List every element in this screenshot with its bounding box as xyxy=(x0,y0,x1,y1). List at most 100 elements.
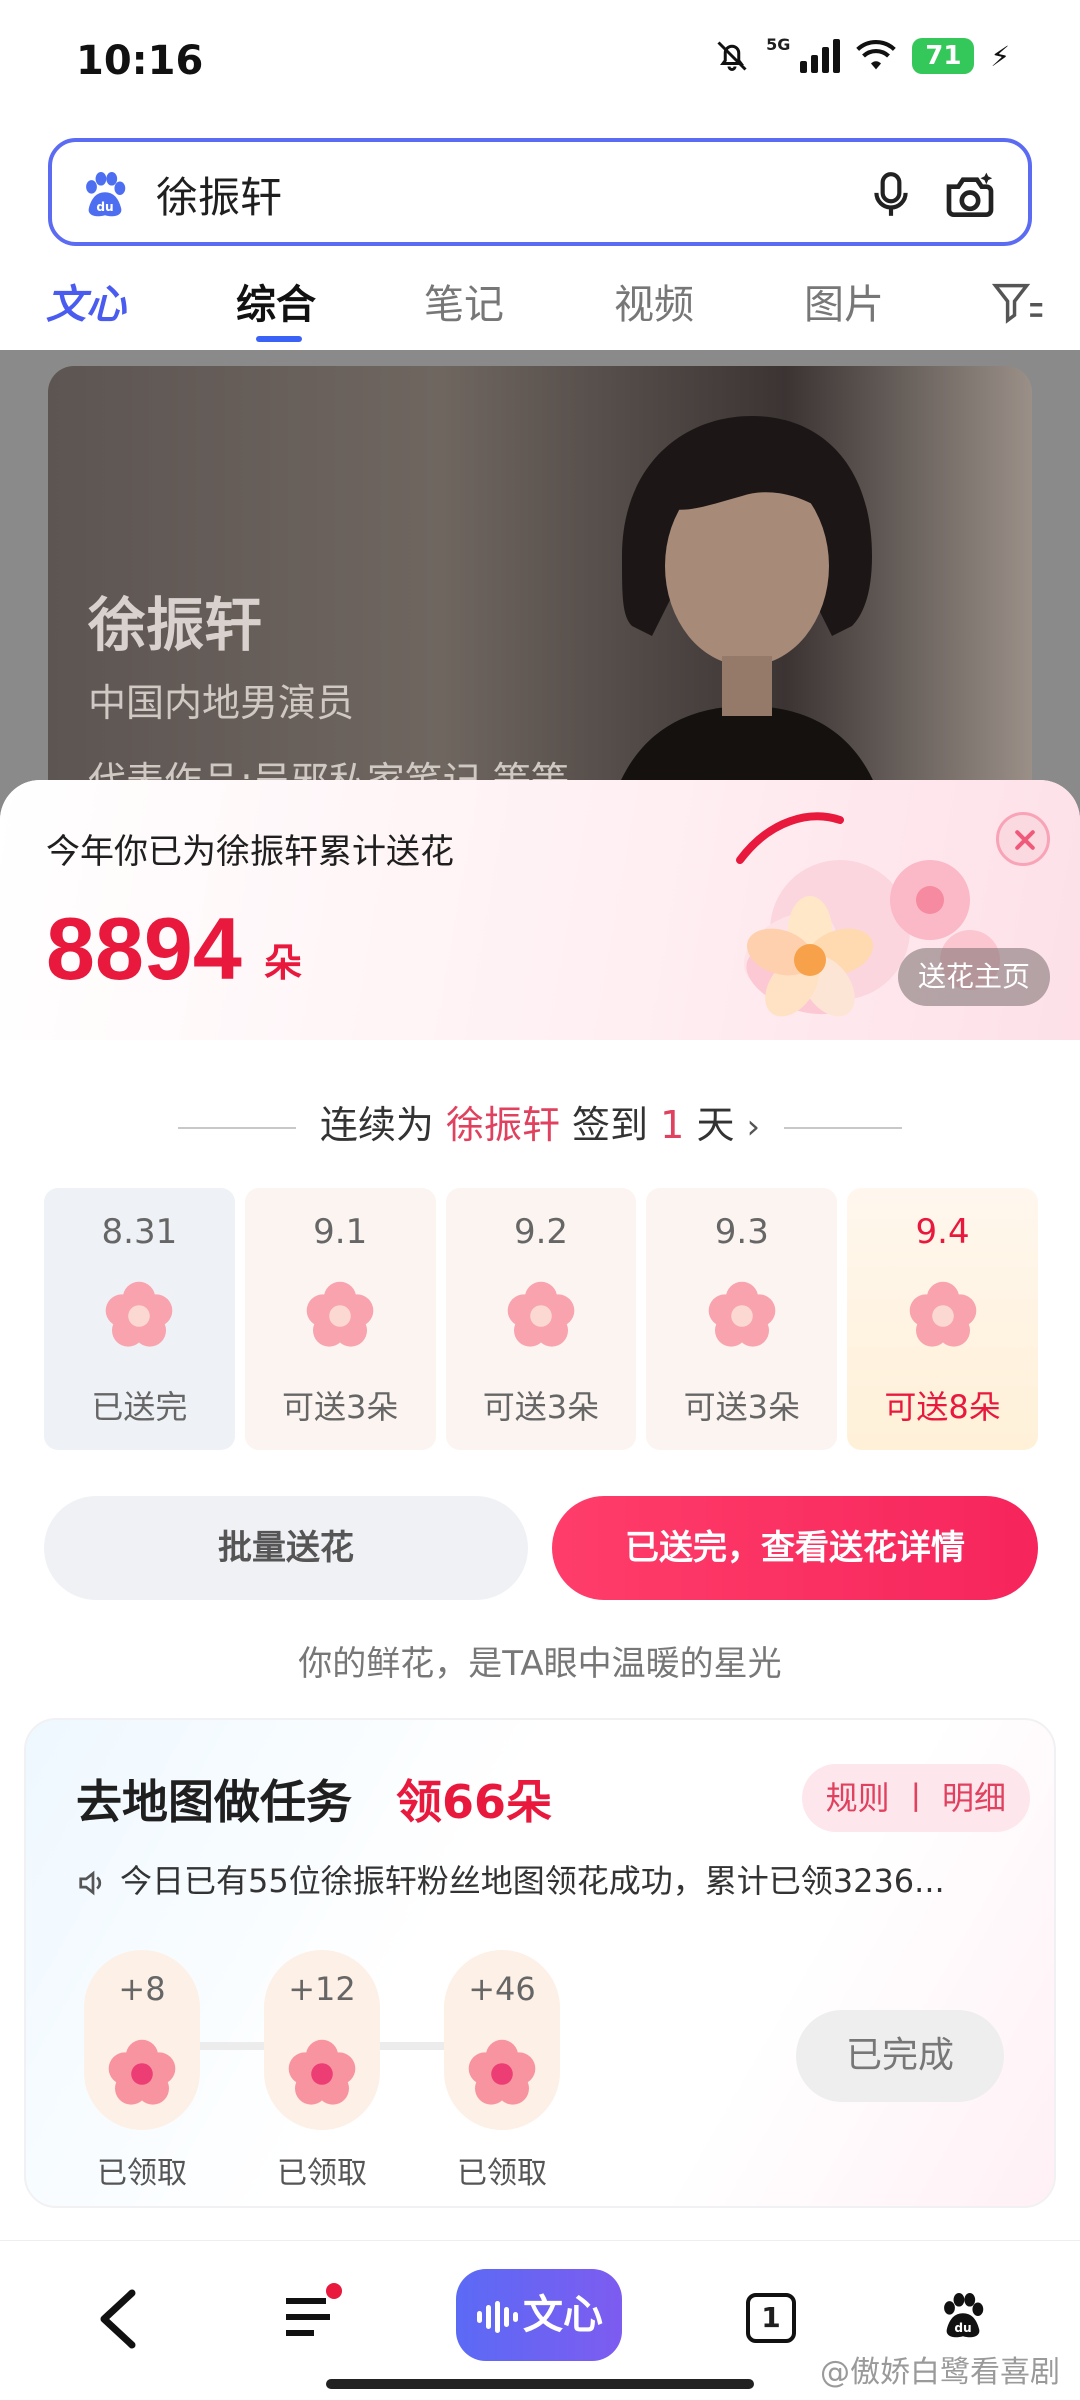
batch-send-button[interactable]: 批量送花 xyxy=(44,1496,528,1600)
step-status: 已领取 xyxy=(97,2156,187,2191)
flower-icon xyxy=(108,2039,176,2105)
task-reward: 领66朵 xyxy=(396,1775,553,1829)
step-points: +12 xyxy=(288,1970,356,2008)
wifi-icon xyxy=(856,39,897,70)
back-arrow-icon[interactable] xyxy=(96,2289,140,2349)
view-details-button[interactable]: 已送完，查看送花详情 xyxy=(552,1496,1038,1600)
celebrity-card: 徐振轩 中国内地男演员 代表作品:吴邪私家笔记 等等 xyxy=(48,366,1032,846)
celebrity-name: 徐振轩 xyxy=(88,591,263,659)
search-input[interactable]: 徐振轩 xyxy=(156,164,282,225)
task-step: +8 已领取 xyxy=(84,1950,200,2192)
bell-muted-icon xyxy=(717,41,747,71)
streak-suffix: 天 xyxy=(696,1103,735,1147)
day-card[interactable]: 8.31 已送完 xyxy=(44,1188,235,1450)
day-status: 可送3朵 xyxy=(482,1388,600,1426)
task-notice: 今日已有55位徐振轩粉丝地图领花成功，累计已领3236... xyxy=(76,1856,945,1902)
tab-wenxin[interactable]: 文心 xyxy=(46,272,126,330)
chevron-right-icon: › xyxy=(746,1107,761,1147)
tab-images[interactable]: 图片 xyxy=(804,272,884,330)
battery-icon: 71 xyxy=(912,38,975,74)
microphone-icon[interactable] xyxy=(866,170,916,220)
result-tabs: 文心 综合 笔记 视频 图片 xyxy=(0,260,1080,350)
streak-mid: 签到 xyxy=(572,1103,649,1147)
send-flower-panel: 今年你已为徐振轩累计送花 8894 朵 送花主页 连续为 徐振轩 签到 1 天 … xyxy=(0,780,1080,2240)
wenxin-wave-icon xyxy=(477,2301,518,2333)
map-task-card: 去地图做任务 领66朵 规则 丨 明细 今日已有55位徐振轩粉丝地图领花成功，累… xyxy=(24,1718,1056,2208)
tab-video[interactable]: 视频 xyxy=(614,272,694,330)
close-button[interactable] xyxy=(996,812,1050,866)
flower-icon xyxy=(288,2039,356,2105)
task-step: +46 已领取 xyxy=(444,1950,560,2192)
celebrity-photo xyxy=(603,416,891,846)
bottom-navigation: 文心 1 du @傲娇白鹭看喜剧 xyxy=(0,2240,1080,2400)
step-status: 已领取 xyxy=(457,2156,547,2191)
checkin-streak[interactable]: 连续为 徐振轩 签到 1 天 › xyxy=(0,1094,1080,1149)
svg-text:du: du xyxy=(954,2321,971,2335)
day-status: 已送完 xyxy=(91,1388,188,1426)
day-date: 9.4 xyxy=(915,1212,970,1252)
flower-count: 8894 xyxy=(46,899,242,998)
baidu-paw-icon[interactable]: du xyxy=(936,2289,990,2343)
day-date: 9.3 xyxy=(714,1212,769,1252)
status-time: 10:16 xyxy=(76,38,204,84)
rules-details-link[interactable]: 规则 丨 明细 xyxy=(801,1764,1030,1832)
divider-left xyxy=(177,1126,296,1129)
celebrity-title: 中国内地男演员 xyxy=(88,681,355,725)
tab-count-button[interactable]: 1 xyxy=(746,2293,796,2343)
camera-search-icon[interactable] xyxy=(942,168,998,224)
day-date: 8.31 xyxy=(101,1212,178,1252)
completed-button[interactable]: 已完成 xyxy=(796,2010,1004,2102)
day-status: 可送3朵 xyxy=(282,1388,399,1426)
task-title: 去地图做任务 xyxy=(76,1775,352,1829)
step-status: 已领取 xyxy=(277,2156,367,2191)
wenxin-button[interactable]: 文心 xyxy=(456,2269,622,2361)
task-step: +12 已领取 xyxy=(264,1950,380,2192)
step-points: +46 xyxy=(468,1970,536,2008)
day-status: 可送3朵 xyxy=(683,1388,800,1426)
step-pill: +46 xyxy=(444,1950,560,2130)
daily-flower-list: 8.31 已送完 9.1 可送3朵 9.2 可送3朵 9.3 可送3朵 9.4 … xyxy=(44,1188,1038,1450)
divider-right xyxy=(784,1126,903,1129)
flower-icon xyxy=(909,1281,976,1347)
search-bar[interactable]: du 徐振轩 xyxy=(48,138,1032,246)
streak-prefix: 连续为 xyxy=(319,1103,434,1147)
panel-header: 今年你已为徐振轩累计送花 8894 朵 送花主页 xyxy=(0,780,1080,1040)
day-card[interactable]: 9.4 可送8朵 xyxy=(847,1188,1038,1450)
network-type: 5G xyxy=(766,34,791,54)
menu-icon[interactable] xyxy=(282,2293,334,2341)
charging-icon: ⚡ xyxy=(990,39,1010,73)
tab-notes[interactable]: 笔记 xyxy=(424,272,504,330)
flower-icon xyxy=(708,1281,776,1347)
notification-dot xyxy=(326,2283,342,2299)
notice-text: 今日已有55位徐振轩粉丝地图领花成功，累计已领3236... xyxy=(120,1862,945,1900)
day-status: 可送8朵 xyxy=(884,1388,1001,1426)
step-connector xyxy=(194,2042,264,2050)
day-card[interactable]: 9.2 可送3朵 xyxy=(445,1188,637,1450)
day-date: 9.1 xyxy=(313,1212,368,1252)
step-pill: +8 xyxy=(84,1950,200,2130)
step-pill: +12 xyxy=(264,1950,380,2130)
day-card[interactable]: 9.1 可送3朵 xyxy=(244,1188,436,1450)
speaker-icon xyxy=(79,1870,102,1896)
step-connector xyxy=(374,2042,444,2050)
flower-unit: 朵 xyxy=(264,941,303,985)
tab-comprehensive[interactable]: 综合 xyxy=(236,272,316,330)
active-tab-indicator xyxy=(256,336,302,342)
slogan-text: 你的鲜花，是TA眼中温暖的星光 xyxy=(298,1644,782,1684)
status-icons: 5G 71 ⚡ xyxy=(714,34,1010,74)
home-indicator[interactable] xyxy=(326,2379,754,2389)
status-bar: 10:16 5G 71 ⚡ xyxy=(0,0,1080,120)
flower-icon xyxy=(306,1281,374,1347)
streak-days: 1 xyxy=(660,1103,685,1147)
baidu-paw-icon: du xyxy=(86,172,126,217)
day-date: 9.2 xyxy=(513,1212,569,1252)
filter-icon[interactable] xyxy=(992,280,1044,326)
watermark-text: @傲娇白鹭看喜剧 xyxy=(820,2355,1060,2390)
flower-icon xyxy=(507,1281,575,1347)
panel-title: 今年你已为徐振轩累计送花 xyxy=(46,832,454,872)
wenxin-label: 文心 xyxy=(523,2292,603,2338)
day-card[interactable]: 9.3 可送3朵 xyxy=(646,1188,838,1450)
svg-text:du: du xyxy=(96,200,113,214)
flower-icon xyxy=(106,1281,173,1347)
flower-home-button[interactable]: 送花主页 xyxy=(897,948,1050,1006)
